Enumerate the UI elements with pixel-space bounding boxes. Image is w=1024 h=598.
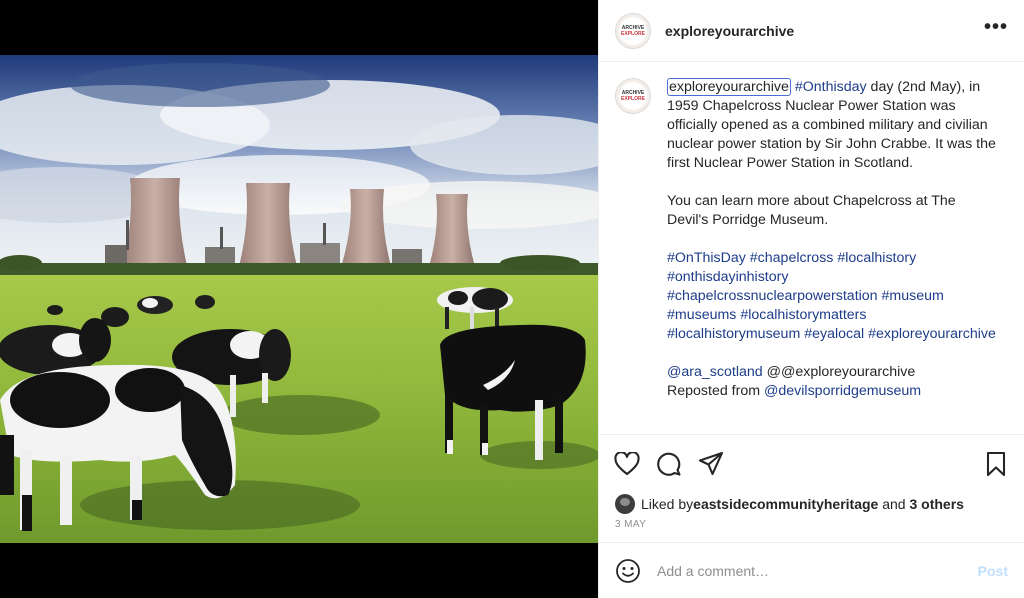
post-panel: ARCHIVE EXPLORE exploreyourarchive ••• A…: [598, 0, 1024, 598]
emoji-smiley-icon[interactable]: [615, 558, 641, 584]
avatar-logo: ARCHIVE EXPLORE: [619, 82, 647, 110]
avatar-logo: ARCHIVE EXPLORE: [619, 16, 647, 45]
post-date[interactable]: 3 MAY: [599, 516, 1024, 530]
caption-hashtags[interactable]: #OnThisDay #chapelcross #localhistory #o…: [667, 249, 997, 344]
repost-mention[interactable]: @devilsporridgemuseum: [764, 383, 921, 399]
avatar-line2: EXPLORE: [621, 96, 645, 102]
hashtag-onthisday[interactable]: #Onthisday: [795, 79, 867, 95]
profile-avatar[interactable]: ARCHIVE EXPLORE: [615, 12, 651, 49]
post-photo: [0, 55, 598, 543]
mention-ara-scotland[interactable]: @ara_scotland: [667, 364, 763, 380]
caption-paragraph-2: You can learn more about Chapelcross at …: [667, 193, 956, 228]
header-username[interactable]: exploreyourarchive: [665, 23, 794, 39]
likes-others[interactable]: 3 others: [909, 496, 963, 512]
repost-prefix: Reposted from: [667, 383, 764, 399]
post-comment-button[interactable]: Post: [978, 563, 1008, 579]
action-bar: [599, 434, 1024, 492]
caption-avatar[interactable]: ARCHIVE EXPLORE: [615, 78, 651, 114]
avatar-line2: EXPLORE: [621, 30, 645, 37]
save-bookmark-icon[interactable]: [982, 450, 1010, 478]
likes-prefix: Liked by: [641, 496, 694, 512]
caption-paragraph-1: exploreyourarchive #Onthisday day (2nd M…: [667, 78, 997, 173]
post-caption: ARCHIVE EXPLORE exploreyourarchive #Onth…: [599, 62, 1024, 434]
post-media[interactable]: [0, 0, 598, 598]
liker-username[interactable]: eastsidecommunityheritage: [693, 496, 878, 512]
more-options-icon[interactable]: •••: [984, 17, 1008, 40]
like-heart-icon[interactable]: [613, 450, 641, 478]
likes-mid: and: [878, 496, 910, 512]
caption-mentions: @ara_scotland @@exploreyourarchive: [667, 363, 997, 382]
caption-repost: Reposted from @devilsporridgemuseum: [667, 382, 997, 401]
post-modal: ARCHIVE EXPLORE exploreyourarchive ••• A…: [0, 0, 1024, 598]
post-header: ARCHIVE EXPLORE exploreyourarchive •••: [599, 0, 1024, 62]
liker-avatar[interactable]: [615, 494, 635, 514]
caption-username[interactable]: exploreyourarchive: [667, 78, 791, 96]
share-send-icon[interactable]: [697, 450, 725, 478]
mention-rest: @@exploreyourarchive: [762, 364, 916, 380]
comment-bubble-icon[interactable]: [655, 450, 683, 478]
likes-summary: Liked by eastsidecommunityheritage and 3…: [599, 492, 1024, 516]
comment-input[interactable]: [657, 562, 978, 579]
comment-bar: Post: [599, 542, 1024, 598]
caption-text: exploreyourarchive #Onthisday day (2nd M…: [667, 78, 997, 434]
